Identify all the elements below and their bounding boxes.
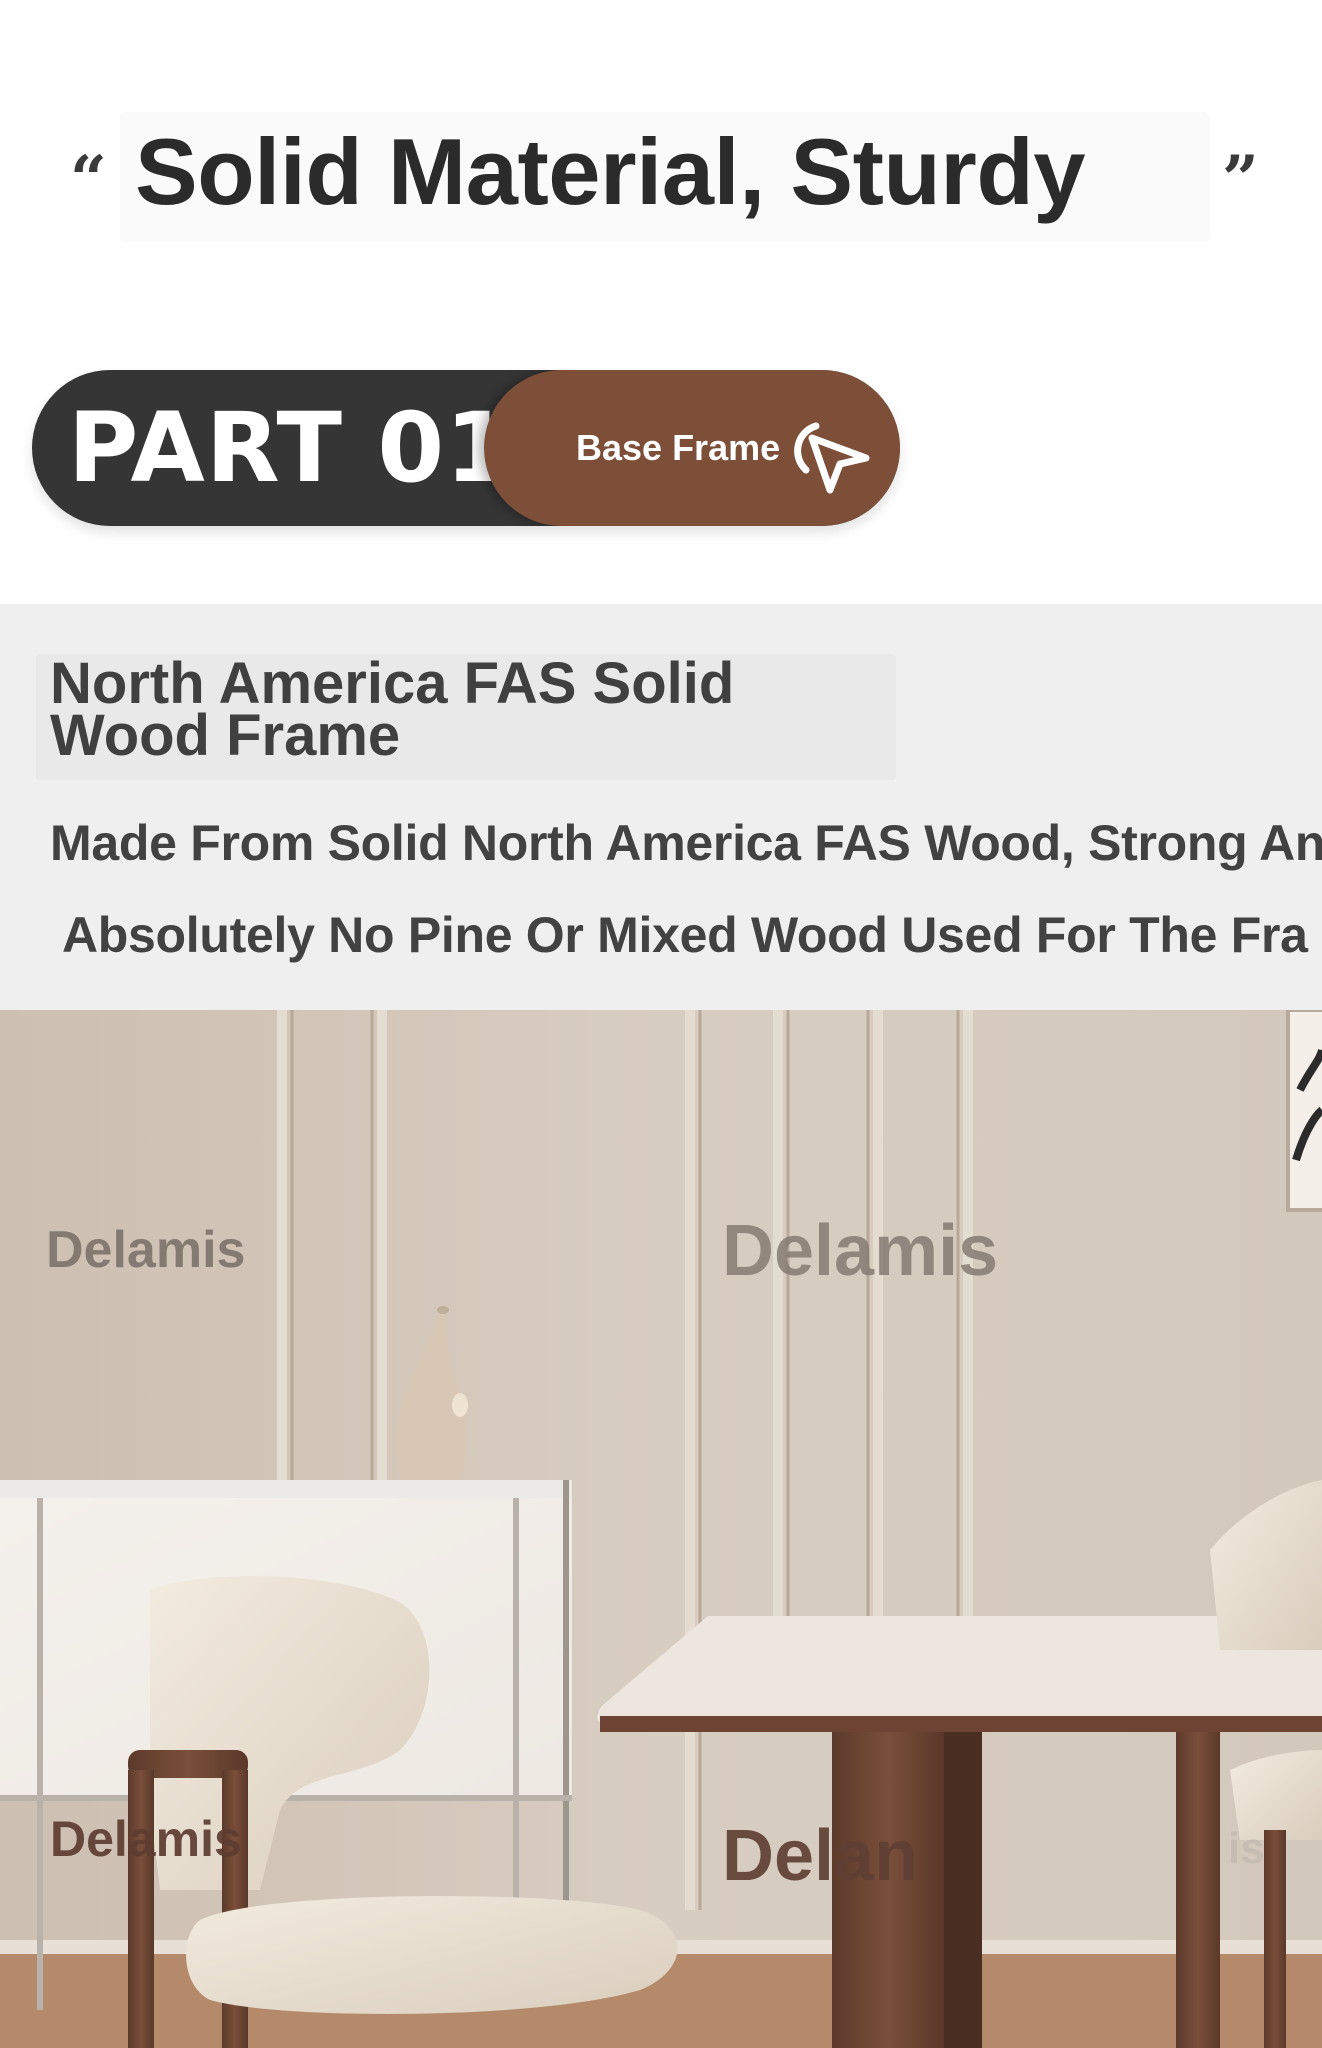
watermark: Delamis xyxy=(46,1221,246,1279)
open-quote-icon: “ xyxy=(70,142,107,217)
description-title: North America FAS Solid Wood Frame xyxy=(50,651,735,768)
product-photo: Delamis Delamis Delamis Delan is xyxy=(0,1010,1322,2048)
part-badge: PART 01 Base Frame xyxy=(32,370,900,526)
watermark: is xyxy=(1228,1824,1265,1873)
part-number-label: PART 01 xyxy=(68,392,513,504)
page-title: Solid Material, Sturdy xyxy=(135,119,1086,224)
watermark: Delamis xyxy=(50,1811,242,1867)
close-quote-icon: ” xyxy=(1222,142,1259,217)
cursor-click-icon xyxy=(794,422,870,494)
watermark: Delan xyxy=(722,1816,919,1896)
base-frame-tab[interactable]: Base Frame xyxy=(484,370,900,526)
quote-header: “ Solid Material, Sturdy ” xyxy=(0,0,1322,330)
dining-room-illustration xyxy=(0,1010,1322,2048)
base-frame-label: Base Frame xyxy=(576,427,781,468)
description-line: Absolutely No Pine Or Mixed Wood Used Fo… xyxy=(62,907,1308,963)
watermark: Delamis xyxy=(722,1211,999,1291)
description-line: Made From Solid North America FAS Wood, … xyxy=(50,815,1322,871)
description-section: North America FAS Solid Wood Frame Made … xyxy=(0,604,1322,1010)
